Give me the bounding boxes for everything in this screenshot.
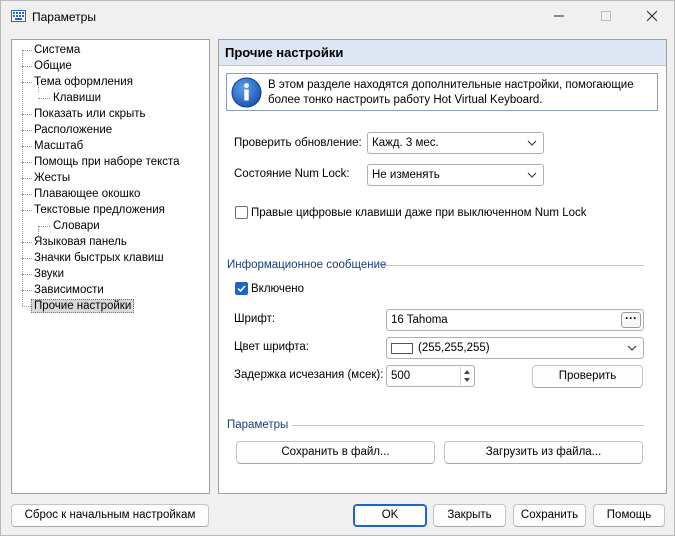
check-update-value: Кажд. 3 мес.	[372, 137, 439, 149]
maximize-button[interactable]	[583, 1, 629, 31]
font-label: Шрифт:	[234, 313, 276, 325]
minimize-icon	[554, 15, 564, 17]
info-text: В этом разделе находятся дополнительные …	[268, 79, 634, 106]
chevron-down-icon	[627, 345, 637, 351]
color-swatch	[391, 343, 413, 354]
tree-item-position[interactable]: Расположение	[22, 122, 112, 138]
tree-item-text-suggestions[interactable]: Текстовые предложения	[22, 202, 165, 218]
tree-item-other-settings[interactable]: Прочие настройки	[22, 298, 135, 314]
enabled-label: Включено	[251, 283, 305, 295]
font-color-label: Цвет шрифта:	[234, 341, 309, 353]
check-update-label: Проверить обновление:	[234, 137, 362, 149]
tree-item-scale[interactable]: Масштаб	[22, 138, 83, 154]
group-divider	[292, 425, 644, 426]
tree-item-sounds[interactable]: Звуки	[22, 266, 64, 282]
load-from-file-button[interactable]: Загрузить из файла...	[444, 441, 643, 464]
title-bar: Параметры	[1, 1, 674, 33]
info-icon	[231, 77, 262, 108]
right-digit-keys-label: Правые цифровые клавиши даже при выключе…	[251, 207, 587, 219]
info-message-group-title: Информационное сообщение	[227, 259, 387, 271]
save-to-file-button[interactable]: Сохранить в файл...	[236, 441, 435, 464]
save-button[interactable]: Сохранить	[513, 504, 586, 527]
window-title: Параметры	[32, 10, 96, 24]
settings-tree[interactable]: Система Общие Тема оформления Клавиши По…	[11, 39, 210, 494]
reset-defaults-button[interactable]: Сброс к начальным настройкам	[11, 504, 209, 527]
tree-item-language-bar[interactable]: Языковая панель	[22, 234, 127, 250]
close-icon	[647, 11, 657, 21]
spin-down-icon[interactable]	[464, 378, 470, 382]
enabled-checkbox[interactable]	[235, 282, 248, 295]
close-window-button[interactable]	[629, 1, 675, 31]
info-box: В этом разделе находятся дополнительные …	[226, 73, 658, 111]
tree-item-floating-window[interactable]: Плавающее окошко	[22, 186, 140, 202]
chevron-down-icon	[527, 172, 537, 178]
numlock-dropdown[interactable]: Не изменять	[367, 164, 544, 186]
tree-item-keys[interactable]: Клавиши	[38, 90, 101, 106]
spinner-arrows[interactable]	[460, 367, 473, 385]
numlock-label: Состояние Num Lock:	[234, 168, 350, 180]
check-button[interactable]: Проверить	[532, 365, 643, 388]
font-field[interactable]: 16 Tahoma ···	[386, 309, 644, 331]
tree-item-general[interactable]: Общие	[22, 58, 72, 74]
ok-button[interactable]: OK	[353, 504, 427, 527]
tree-item-system[interactable]: Система	[22, 42, 80, 58]
tree-item-dependencies[interactable]: Зависимости	[22, 282, 104, 298]
keyboard-icon	[11, 10, 26, 22]
tree-item-theme[interactable]: Тема оформления	[22, 74, 133, 90]
fade-delay-value: 500	[391, 370, 411, 382]
spin-up-icon[interactable]	[464, 370, 470, 374]
fade-delay-spinner[interactable]: 500	[386, 365, 475, 387]
check-update-dropdown[interactable]: Кажд. 3 мес.	[367, 132, 544, 154]
panel-title: Прочие настройки	[225, 45, 344, 60]
options-window: Параметры Система Общие Тема оформления …	[0, 0, 675, 536]
font-browse-button[interactable]: ···	[621, 312, 641, 328]
tree-item-typing-help[interactable]: Помощь при наборе текста	[22, 154, 180, 170]
help-button[interactable]: Помощь	[593, 504, 665, 527]
params-group-title: Параметры	[227, 419, 289, 431]
numlock-value: Не изменять	[372, 169, 440, 181]
maximize-icon	[601, 11, 611, 21]
right-digit-keys-checkbox[interactable]	[235, 206, 248, 219]
font-color-dropdown[interactable]: (255,255,255)	[386, 337, 644, 359]
tree-item-hotkey-icons[interactable]: Значки быстрых клавиш	[22, 250, 164, 266]
tree-item-show-hide[interactable]: Показать или скрыть	[22, 106, 146, 122]
group-divider	[382, 265, 644, 266]
tree-item-dictionaries[interactable]: Словари	[38, 218, 100, 234]
close-button[interactable]: Закрыть	[433, 504, 506, 527]
checkmark-icon	[237, 285, 246, 293]
panel-header: Прочие настройки	[219, 40, 666, 66]
font-value: 16 Tahoma	[391, 314, 448, 326]
font-color-value: (255,255,255)	[418, 342, 490, 354]
minimize-button[interactable]	[536, 1, 582, 31]
tree-item-gestures[interactable]: Жесты	[22, 170, 70, 186]
fade-delay-label: Задержка исчезания (мсек):	[234, 369, 384, 381]
settings-panel: Прочие настройки В этом разделе находятс…	[218, 39, 667, 494]
chevron-down-icon	[527, 140, 537, 146]
